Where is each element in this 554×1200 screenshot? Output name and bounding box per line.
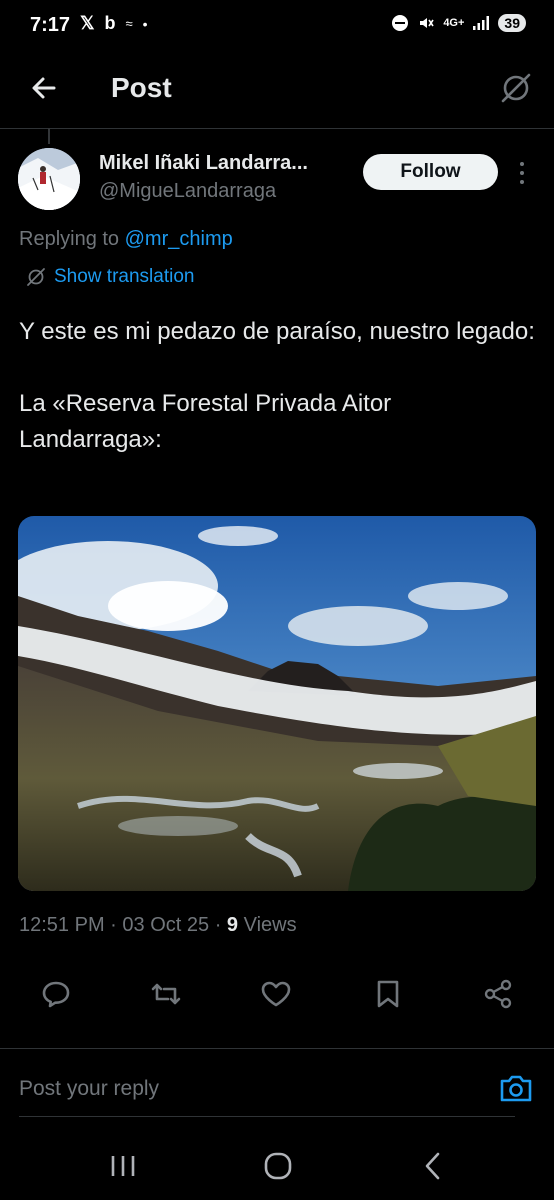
separator: ·	[110, 914, 117, 936]
network-type: 4G+	[443, 17, 465, 29]
show-translation-link[interactable]: Show translation	[26, 266, 194, 288]
status-bar: 7:17 𝕏 b ≈ • 4G+ 39	[0, 0, 554, 56]
x-logo-icon: 𝕏	[80, 13, 95, 33]
post-date: 03 Oct 25	[122, 914, 210, 936]
top-app-bar: Post	[0, 56, 554, 129]
b-app-icon: b	[104, 13, 116, 33]
page-title: Post	[111, 72, 172, 103]
signal-waves-icon: ≈	[125, 16, 133, 31]
status-system-icons: 4G+ 39	[391, 14, 526, 32]
post-actions	[0, 972, 554, 1020]
status-time: 7:17	[30, 14, 71, 36]
like-icon[interactable]	[258, 976, 294, 1012]
grok-translate-icon	[27, 268, 45, 286]
landscape-photo	[18, 516, 536, 891]
back-nav-icon[interactable]	[413, 1148, 453, 1184]
show-translation-label: Show translation	[54, 266, 195, 287]
post-text: Y este es mi pedazo de paraíso, nuestro …	[19, 318, 535, 453]
status-notification-icons: 𝕏 b ≈ •	[80, 13, 148, 34]
post-metadata: 12:51 PM · 03 Oct 25 · 9 Views	[19, 914, 297, 937]
home-icon[interactable]	[258, 1148, 298, 1184]
recent-apps-icon[interactable]	[103, 1148, 143, 1184]
replying-prefix: Replying to	[19, 228, 120, 250]
share-icon[interactable]	[480, 976, 516, 1012]
reply-icon[interactable]	[38, 976, 74, 1012]
bookmark-icon[interactable]	[370, 976, 406, 1012]
divider	[0, 1048, 554, 1049]
separator: ·	[214, 914, 222, 936]
views-label: Views	[243, 914, 297, 936]
dot-icon: •	[142, 15, 148, 32]
battery-level: 39	[498, 14, 526, 32]
avatar-photo	[18, 148, 80, 210]
dnd-icon	[392, 15, 409, 31]
mute-icon	[420, 18, 434, 28]
replying-to: Replying to @mr_chimp	[19, 228, 233, 251]
author-name[interactable]: Mikel Iñaki Landarra...	[99, 152, 308, 175]
author-handle[interactable]: @MigueLandarraga	[99, 180, 276, 203]
views-count[interactable]: 9	[227, 914, 238, 936]
system-navigation-bar	[0, 1130, 554, 1200]
post-time: 12:51 PM	[19, 914, 105, 936]
more-options-icon[interactable]	[512, 158, 532, 188]
follow-button[interactable]: Follow	[363, 154, 498, 190]
repost-icon[interactable]	[148, 976, 184, 1012]
avatar[interactable]	[18, 148, 80, 210]
replying-to-mention[interactable]: @mr_chimp	[125, 228, 233, 250]
reply-underline	[19, 1116, 515, 1117]
camera-icon[interactable]	[498, 1071, 534, 1105]
thread-connector-line	[48, 128, 50, 144]
signal-icon	[473, 16, 490, 30]
grok-icon[interactable]	[498, 70, 534, 106]
arrow-left-icon[interactable]	[28, 72, 60, 104]
reply-input[interactable]: Post your reply	[19, 1077, 159, 1101]
post-image[interactable]	[18, 516, 536, 891]
